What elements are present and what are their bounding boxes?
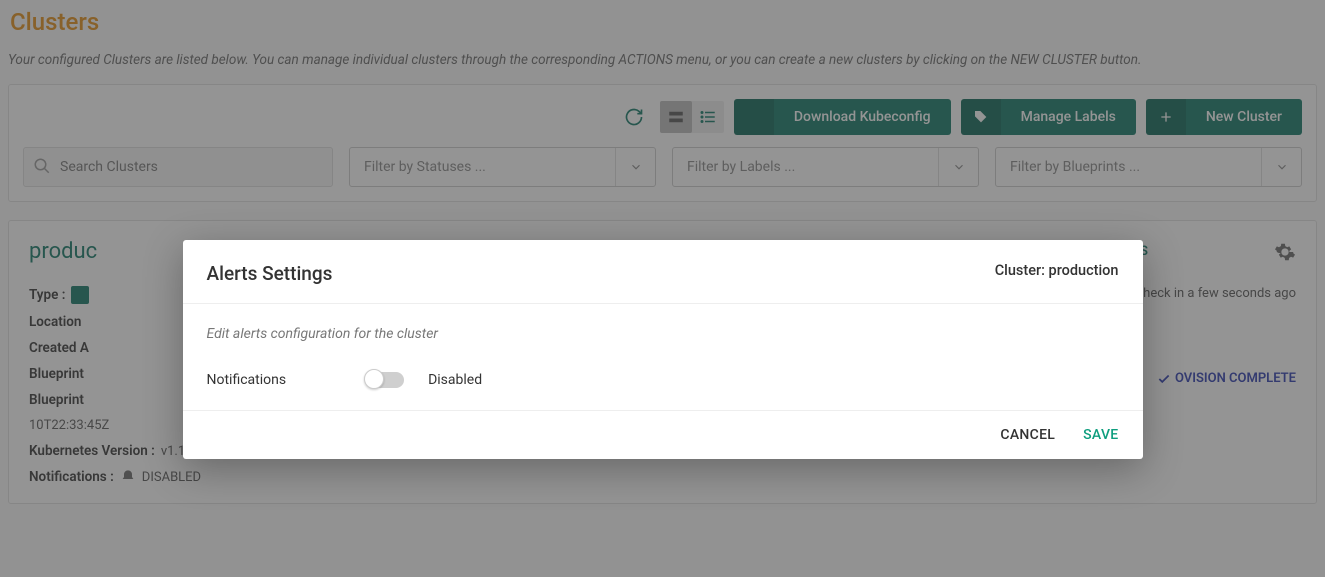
modal-overlay[interactable]: Alerts Settings Cluster: production Edit… [0,0,1325,577]
cancel-button[interactable]: CANCEL [1000,427,1055,443]
modal-description: Edit alerts configuration for the cluste… [207,326,1119,342]
modal-notifications-label: Notifications [207,372,287,388]
notifications-toggle[interactable] [366,372,404,388]
modal-notifications-state: Disabled [428,372,482,388]
save-button[interactable]: SAVE [1083,427,1118,443]
modal-title: Alerts Settings [207,262,333,285]
alerts-settings-modal: Alerts Settings Cluster: production Edit… [183,240,1143,459]
modal-cluster-label: Cluster: production [995,262,1119,285]
